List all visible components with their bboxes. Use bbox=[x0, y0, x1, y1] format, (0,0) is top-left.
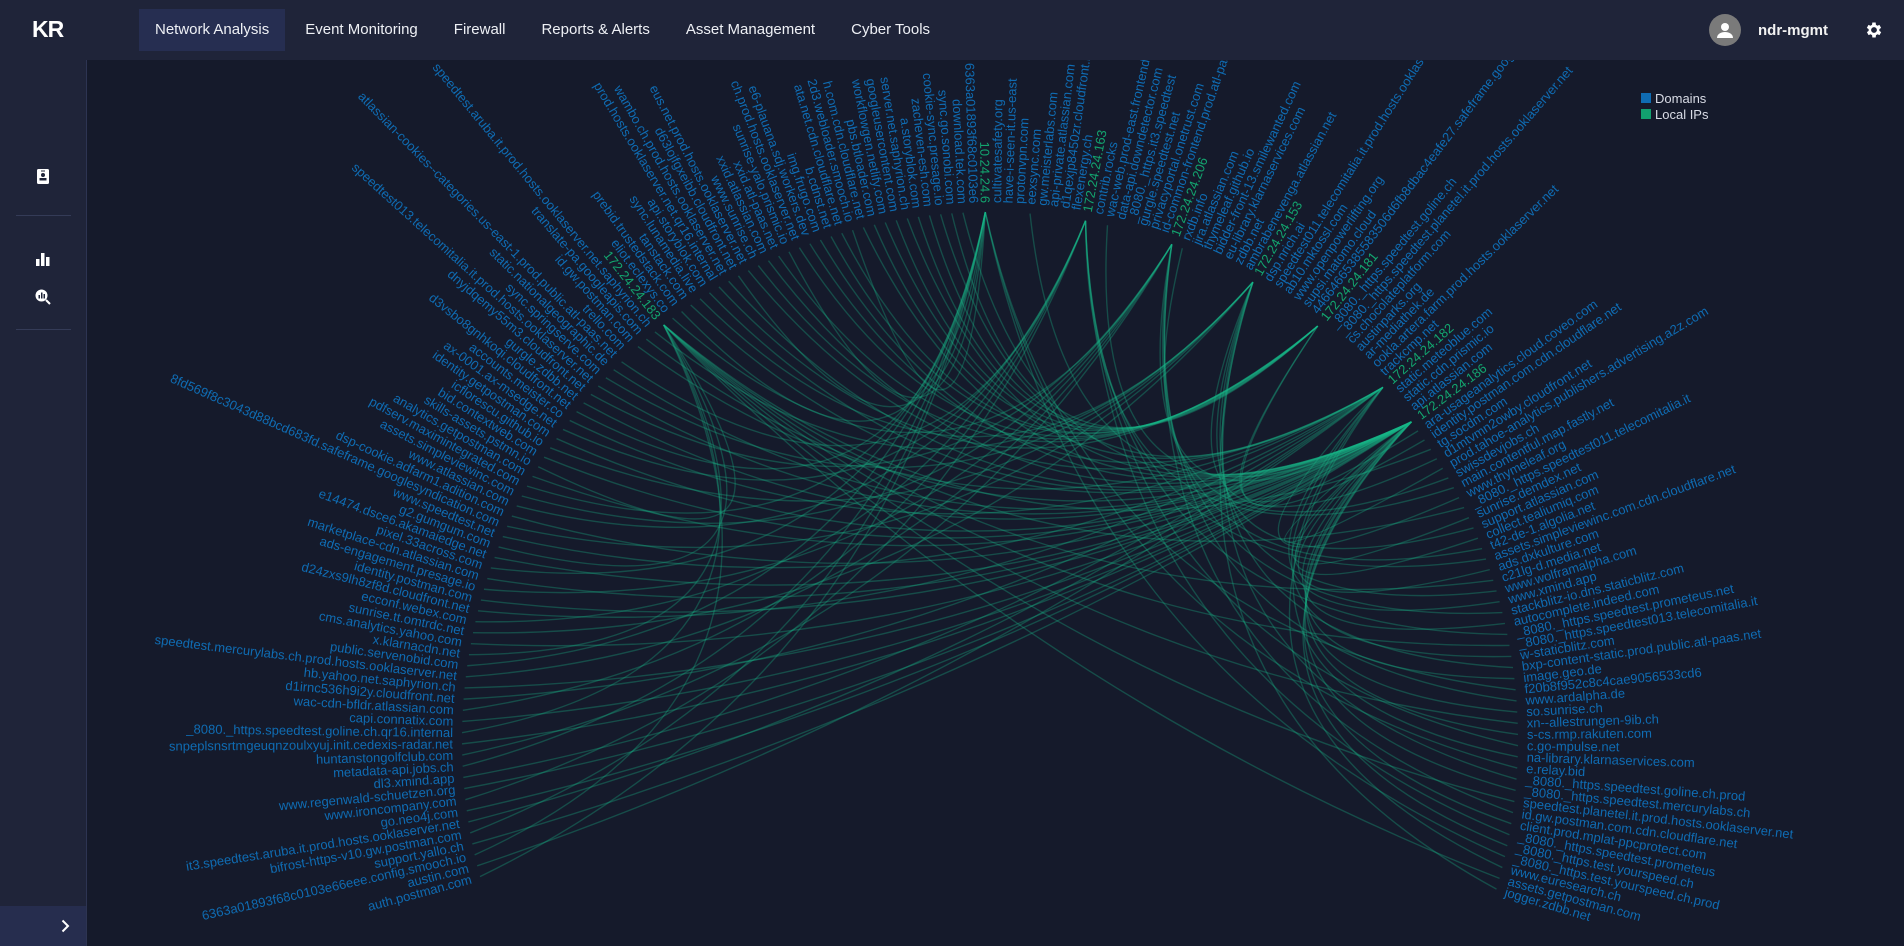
legend-swatch-local-ips bbox=[1641, 109, 1651, 119]
chord-link bbox=[583, 402, 1412, 520]
main-tabs: Network Analysis Event Monitoring Firewa… bbox=[139, 9, 946, 51]
legend-label: Domains bbox=[1655, 90, 1707, 106]
sidebar-divider bbox=[16, 329, 71, 330]
tab-firewall[interactable]: Firewall bbox=[438, 9, 522, 51]
username[interactable]: ndr-mgmt bbox=[1758, 22, 1828, 39]
id-badge-icon[interactable] bbox=[33, 166, 53, 186]
legend-item-domains: Domains bbox=[1641, 90, 1708, 106]
tab-network-analysis[interactable]: Network Analysis bbox=[139, 9, 286, 51]
chord-diagram: auth.postman.comaustin.com6363a01893f68c… bbox=[154, 0, 1795, 924]
top-navbar: KR Network Analysis Event Monitoring Fir… bbox=[0, 0, 1904, 60]
sidebar bbox=[0, 60, 87, 946]
chart-legend: Domains Local IPs bbox=[1641, 90, 1708, 122]
bar-chart-icon[interactable] bbox=[33, 249, 53, 269]
tab-asset-management[interactable]: Asset Management bbox=[670, 9, 831, 51]
user-avatar-icon[interactable] bbox=[1709, 14, 1741, 46]
sidebar-divider bbox=[16, 215, 71, 216]
logo[interactable]: KR bbox=[32, 16, 64, 43]
search-chart-icon[interactable] bbox=[33, 287, 53, 307]
tab-cyber-tools[interactable]: Cyber Tools bbox=[835, 9, 946, 51]
legend-label: Local IPs bbox=[1655, 106, 1709, 122]
user-menu: ndr-mgmt bbox=[1709, 0, 1904, 60]
tab-event-monitoring[interactable]: Event Monitoring bbox=[289, 9, 434, 51]
legend-item-local-ips: Local IPs bbox=[1641, 106, 1708, 122]
chevron-right-icon bbox=[61, 919, 70, 933]
sidebar-expand-button[interactable] bbox=[0, 906, 86, 946]
chord-link bbox=[1084, 220, 1510, 836]
gear-icon[interactable] bbox=[1864, 20, 1884, 40]
tab-reports-alerts[interactable]: Reports & Alerts bbox=[525, 9, 665, 51]
chord-labels: auth.postman.comaustin.com6363a01893f68c… bbox=[154, 0, 1795, 924]
legend-swatch-domains bbox=[1641, 93, 1651, 103]
